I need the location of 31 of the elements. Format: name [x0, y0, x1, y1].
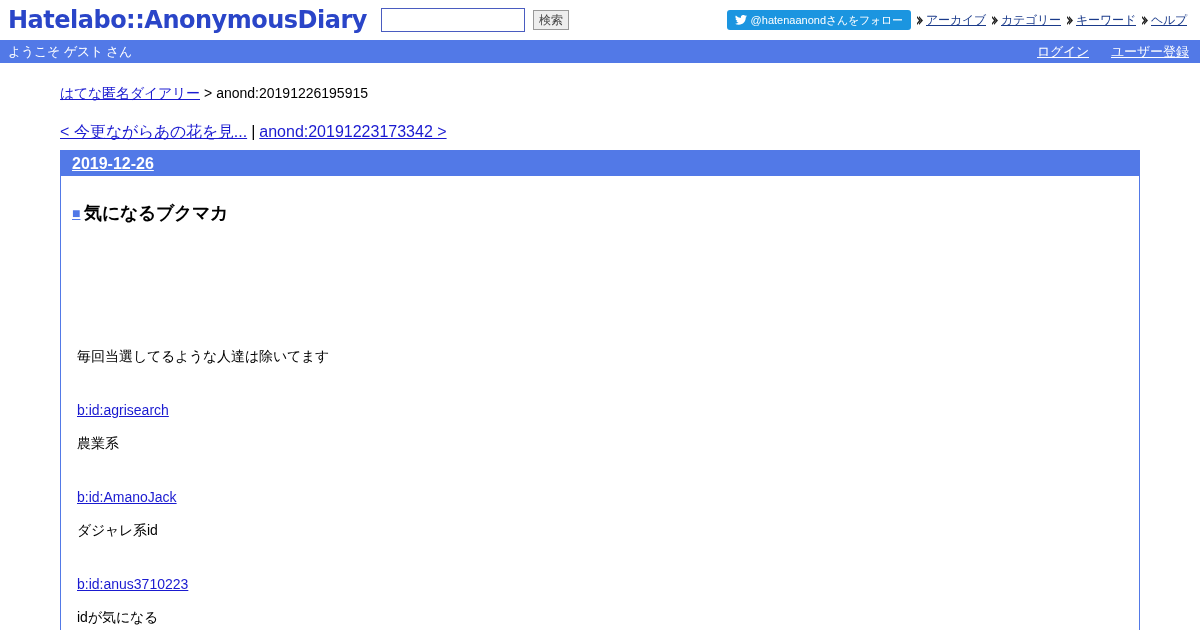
date-link[interactable]: 2019-12-26 [72, 151, 154, 176]
nav-link[interactable]: ヘルプ [1151, 11, 1187, 29]
body-text: idが気になる [77, 609, 159, 625]
body-text: ダジャレ系id [77, 522, 159, 538]
search-field[interactable] [380, 8, 525, 32]
user-link[interactable]: b:id:AmanoJack [77, 489, 177, 505]
nav-link[interactable]: キーワード [1076, 11, 1136, 29]
chevron-icon [917, 15, 923, 25]
entry-title: 気になるブクマカ [84, 202, 229, 225]
account-link[interactable]: ログイン [1037, 41, 1089, 62]
nav-link[interactable]: アーカイブ [926, 11, 986, 29]
user-link[interactable]: b:id:anus3710223 [77, 576, 189, 592]
chevron-icon [992, 15, 998, 25]
previous-link[interactable]: < 今更ながらあの花を見... [60, 120, 248, 144]
breadcrumb-link[interactable]: はてな匿名ダイアリー [60, 83, 200, 104]
welcome-text: ようこそ ゲスト さん [8, 42, 133, 61]
account-link[interactable]: ユーザー登録 [1111, 41, 1189, 62]
next-link[interactable]: anond:20191223173342 > [259, 120, 447, 144]
body-text: 農業系 [77, 435, 120, 451]
breadcrumb-current: anond:20191226195915 [216, 84, 368, 103]
chevron-icon [1067, 15, 1073, 25]
pager-separator: | [251, 122, 256, 142]
chevron-icon [1142, 15, 1148, 25]
nav-link[interactable]: カテゴリー [1001, 11, 1061, 29]
bird-icon [734, 15, 747, 25]
title-mark[interactable]: ■ [72, 203, 81, 224]
breadcrumb-separator: > [204, 84, 213, 103]
user-link[interactable]: b:id:agrisearch [77, 402, 169, 418]
body-text: 毎回当選してるような人達は除いてます [77, 348, 330, 364]
search-button[interactable]: 検索 [532, 10, 569, 30]
site-logo[interactable]: Hatelabo::AnonymousDiary [8, 2, 367, 38]
